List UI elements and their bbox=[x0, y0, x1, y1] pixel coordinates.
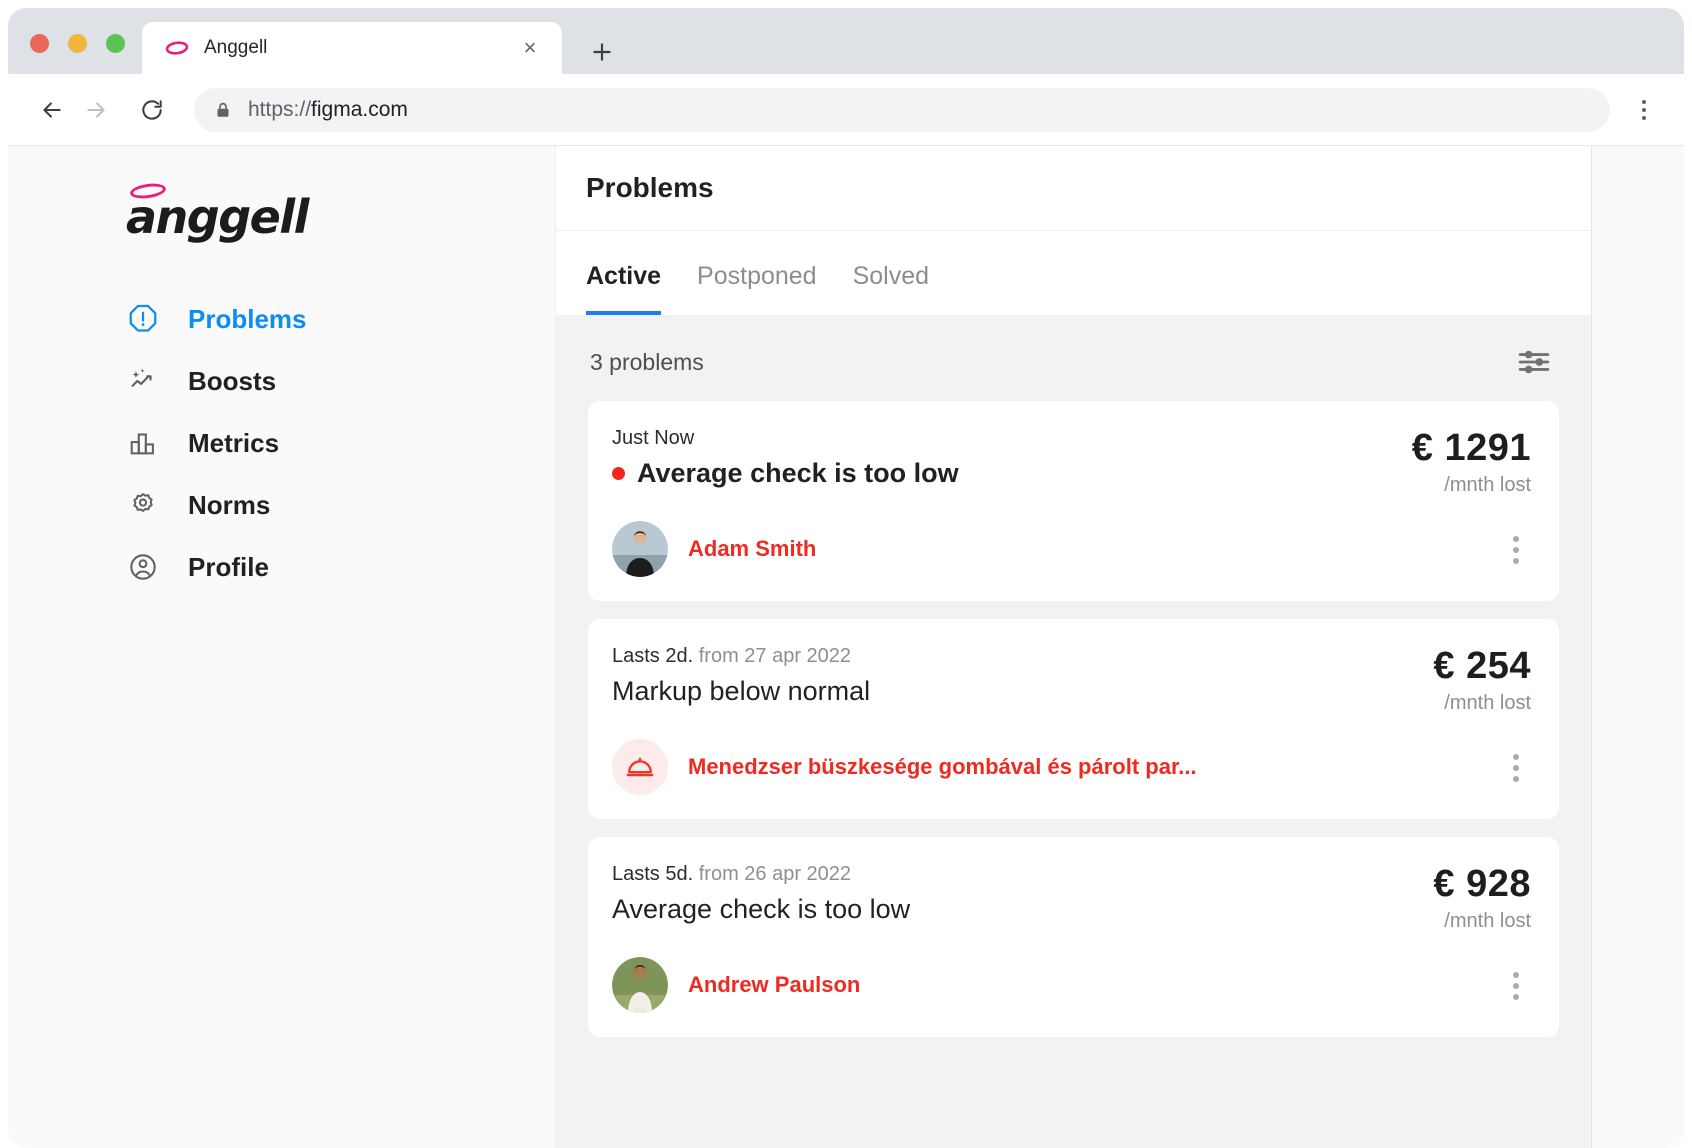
problem-title-row: Average check is too low bbox=[612, 894, 1409, 925]
problem-amount-sub: /mnth lost bbox=[1433, 910, 1531, 933]
address-bar-url: https://figma.com bbox=[248, 98, 408, 122]
problem-amount-sub: /mnth lost bbox=[1433, 692, 1531, 715]
problem-meta: Lasts 5d. from 26 apr 2022 bbox=[612, 863, 1409, 886]
main-header: Problems bbox=[556, 146, 1591, 231]
problem-meta-main: Lasts 5d. bbox=[612, 863, 693, 885]
window-traffic-lights bbox=[30, 34, 125, 53]
url-domain: figma.com bbox=[311, 98, 408, 121]
browser-window: Anggell × bbox=[8, 8, 1684, 1148]
browser-tab-strip: Anggell × bbox=[8, 8, 1684, 74]
address-bar[interactable]: https://figma.com bbox=[194, 88, 1610, 132]
problem-amount: € 254 bbox=[1433, 645, 1531, 688]
problem-assignee[interactable]: Adam Smith bbox=[688, 536, 816, 562]
problem-card[interactable]: Lasts 2d. from 27 apr 2022 Markup below … bbox=[588, 619, 1559, 819]
problem-card-menu-icon[interactable] bbox=[1499, 751, 1533, 785]
problem-meta-main: Just Now bbox=[612, 427, 694, 449]
problem-card-body: Lasts 5d. from 26 apr 2022 Average check… bbox=[612, 863, 1409, 1013]
gear-icon bbox=[126, 488, 160, 522]
sliders-filter-icon[interactable] bbox=[1515, 345, 1553, 379]
problem-meta: Lasts 2d. from 27 apr 2022 bbox=[612, 645, 1409, 668]
right-gutter bbox=[1592, 146, 1684, 1148]
cloche-dish-icon bbox=[612, 739, 668, 795]
problem-title: Markup below normal bbox=[612, 676, 870, 707]
problem-footer: Adam Smith bbox=[612, 521, 1388, 577]
problem-footer: Menedzser büszkesége gombával és párolt … bbox=[612, 739, 1409, 795]
sidebar-item-norms[interactable]: Norms bbox=[8, 474, 555, 536]
minimize-window-button[interactable] bbox=[68, 34, 87, 53]
content-tabs: Active Postponed Solved bbox=[556, 231, 1591, 315]
page-title: Problems bbox=[586, 172, 1591, 204]
url-scheme: https:// bbox=[248, 98, 311, 121]
problem-card[interactable]: Just Now Average check is too low bbox=[588, 401, 1559, 601]
anggell-halo-icon bbox=[164, 35, 190, 61]
maximize-window-button[interactable] bbox=[106, 34, 125, 53]
browser-toolbar: https://figma.com bbox=[8, 74, 1684, 146]
problem-card-menu-icon[interactable] bbox=[1499, 533, 1533, 567]
sidebar-item-metrics[interactable]: Metrics bbox=[8, 412, 555, 474]
problem-title-row: Markup below normal bbox=[612, 676, 1409, 707]
tab-postponed[interactable]: Postponed bbox=[697, 262, 817, 315]
sidebar: anggell Problems bbox=[8, 146, 556, 1148]
problem-assignee[interactable]: Andrew Paulson bbox=[688, 972, 860, 998]
problem-title: Average check is too low bbox=[637, 458, 959, 489]
sparkle-trend-icon bbox=[126, 364, 160, 398]
browser-tab[interactable]: Anggell × bbox=[142, 22, 562, 74]
problem-amount: € 928 bbox=[1433, 863, 1531, 906]
problem-title: Average check is too low bbox=[612, 894, 910, 925]
sidebar-item-profile[interactable]: Profile bbox=[8, 536, 555, 598]
problem-amount: € 1291 bbox=[1412, 427, 1531, 470]
lock-icon bbox=[214, 101, 232, 119]
back-button[interactable] bbox=[30, 88, 74, 132]
new-tab-button[interactable] bbox=[586, 36, 618, 68]
app-body: anggell Problems bbox=[8, 146, 1684, 1148]
problems-count: 3 problems bbox=[590, 349, 704, 376]
problem-meta-sub: from 27 apr 2022 bbox=[699, 645, 851, 667]
alert-octagon-icon bbox=[126, 302, 160, 336]
tab-active[interactable]: Active bbox=[586, 262, 661, 315]
problem-card[interactable]: Lasts 5d. from 26 apr 2022 Average check… bbox=[588, 837, 1559, 1037]
problems-list-area: 3 problems Just Now bbox=[556, 315, 1591, 1148]
tab-solved[interactable]: Solved bbox=[853, 262, 929, 315]
forward-button[interactable] bbox=[74, 88, 118, 132]
problem-amount-sub: /mnth lost bbox=[1412, 474, 1531, 497]
problem-title-row: Average check is too low bbox=[612, 458, 1388, 489]
sidebar-item-label: Boosts bbox=[188, 366, 276, 397]
problem-card-body: Just Now Average check is too low bbox=[612, 427, 1388, 577]
problem-footer: Andrew Paulson bbox=[612, 957, 1409, 1013]
problem-card-menu-icon[interactable] bbox=[1499, 969, 1533, 1003]
urgent-status-dot bbox=[612, 467, 625, 480]
problem-meta: Just Now bbox=[612, 427, 1388, 450]
sidebar-item-label: Problems bbox=[188, 304, 307, 335]
close-tab-button[interactable]: × bbox=[516, 34, 544, 62]
andrew-paulson-avatar bbox=[612, 957, 668, 1013]
sidebar-item-label: Norms bbox=[188, 490, 270, 521]
app-logo: anggell bbox=[126, 176, 296, 238]
user-circle-icon bbox=[126, 550, 160, 584]
app-logo-text: anggell bbox=[126, 190, 308, 244]
sidebar-item-label: Metrics bbox=[188, 428, 279, 459]
sidebar-item-boosts[interactable]: Boosts bbox=[8, 350, 555, 412]
main-content: Problems Active Postponed Solved 3 probl… bbox=[556, 146, 1592, 1148]
reload-button[interactable] bbox=[130, 88, 174, 132]
browser-tab-title: Anggell bbox=[204, 37, 516, 59]
problem-meta-sub: from 26 apr 2022 bbox=[699, 863, 851, 885]
adam-smith-avatar bbox=[612, 521, 668, 577]
problem-card-body: Lasts 2d. from 27 apr 2022 Markup below … bbox=[612, 645, 1409, 795]
problem-meta-main: Lasts 2d. bbox=[612, 645, 693, 667]
list-toolbar: 3 problems bbox=[588, 315, 1559, 401]
problem-dish-label[interactable]: Menedzser büszkesége gombával és párolt … bbox=[688, 754, 1197, 780]
sidebar-item-label: Profile bbox=[188, 552, 269, 583]
close-window-button[interactable] bbox=[30, 34, 49, 53]
sidebar-item-problems[interactable]: Problems bbox=[8, 288, 555, 350]
kebab-menu-icon[interactable] bbox=[1624, 88, 1664, 132]
bar-chart-icon bbox=[126, 426, 160, 460]
sidebar-nav: Problems Boosts bbox=[8, 288, 555, 598]
